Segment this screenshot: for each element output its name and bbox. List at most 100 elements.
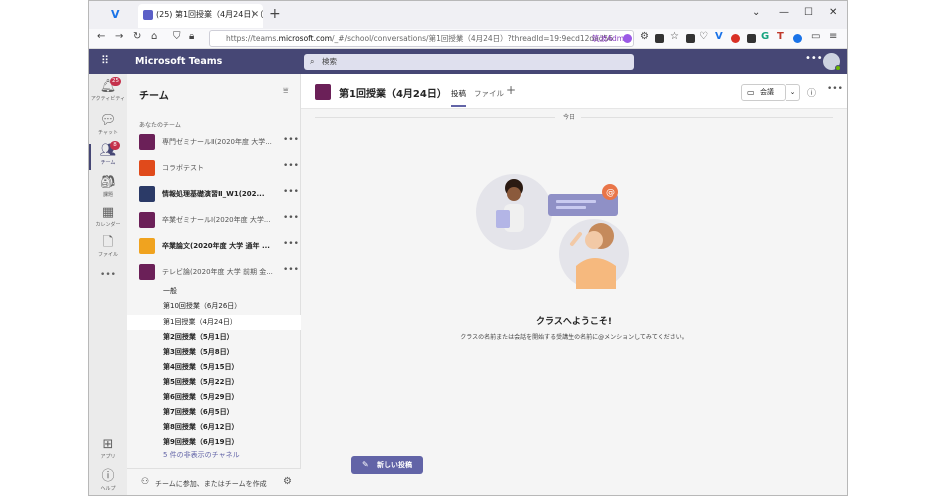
team-item[interactable]: 卒業論文(2020年度 大学 通年 ... ••• <box>127 236 301 256</box>
minimize-button[interactable]: — <box>779 7 789 18</box>
adblock-icon[interactable] <box>731 34 740 43</box>
more-icon[interactable]: ••• <box>283 187 299 197</box>
new-post-button[interactable]: ✎ 新しい投稿 <box>351 456 423 474</box>
pocket-icon[interactable]: ♡ <box>699 31 708 42</box>
more-icon[interactable]: ••• <box>283 239 299 249</box>
browser-window: V (25) 第1回授業（4月24日）（ア ✕ + ⌄ — ☐ ✕ ← → ↻ … <box>88 0 848 496</box>
apps-icon: ⊞ <box>102 437 114 452</box>
hidden-channels-link[interactable]: 5 件の非表示のチャネル <box>127 450 301 460</box>
team-avatar <box>139 134 155 150</box>
rail-item-help[interactable]: ⓘ ヘルプ <box>89 466 127 495</box>
channel-item[interactable]: 第6回授業（5月29日） <box>127 390 301 405</box>
gear-icon[interactable]: ⚙ <box>283 476 292 487</box>
channel-item[interactable]: 第2回授業（5月1日） <box>127 330 301 345</box>
qr-code-icon[interactable] <box>655 34 664 43</box>
tab-close-icon[interactable]: ✕ <box>251 4 259 26</box>
channel-team-avatar <box>315 84 331 100</box>
channel-item[interactable]: 第5回授業（5月22日） <box>127 375 301 390</box>
team-item[interactable]: 卒業ゼミナールⅠ(2020年度 大学... ••• <box>127 210 301 230</box>
team-item[interactable]: コラボテスト ••• <box>127 158 301 178</box>
rail-item-files[interactable]: 🗋 ファイル <box>89 232 127 266</box>
new-tab-button[interactable]: + <box>269 6 281 22</box>
channel-item[interactable]: 第8回授業（6月12日） <box>127 420 301 435</box>
more-icon[interactable]: ••• <box>283 161 299 171</box>
tab-strip: V (25) 第1回授業（4月24日）（ア ✕ + ⌄ — ☐ ✕ <box>89 1 847 29</box>
lock-icon[interactable]: 🔒︎ <box>189 31 194 42</box>
settings-gear-icon[interactable]: ⚙ <box>640 31 649 42</box>
rail-label: ファイル <box>97 252 118 258</box>
back-arrow-icon[interactable]: ← <box>97 31 105 42</box>
more-icon[interactable]: ••• <box>283 135 299 145</box>
new-post-label: 新しい投稿 <box>377 461 412 469</box>
channel-item[interactable]: 第9回授業（6月19日） <box>127 435 301 450</box>
menu-icon[interactable]: ≡ <box>829 31 837 42</box>
browser-tab-active[interactable]: (25) 第1回授業（4月24日）（ア ✕ <box>138 4 263 28</box>
welcome-illustration: @ <box>476 174 629 289</box>
meet-button[interactable]: ▭ 会議 <box>741 84 786 101</box>
add-tab-icon[interactable]: + <box>506 83 516 97</box>
rail-item-apps[interactable]: ⊞ アプリ <box>89 434 127 468</box>
extension-grid-icon[interactable] <box>686 34 695 43</box>
app-name: Microsoft Teams <box>135 56 223 67</box>
teams-favicon-icon <box>143 10 153 20</box>
more-icon[interactable]: ••• <box>283 213 299 223</box>
avatar[interactable] <box>823 53 841 71</box>
video-camera-icon: ▭ <box>747 88 755 97</box>
shield-icon[interactable]: ⛉ <box>173 31 181 42</box>
rail-item-teams[interactable]: 👥︎ 8 チーム <box>89 140 127 174</box>
app-launcher-icon[interactable]: ⠿ <box>101 55 113 67</box>
vivaldi-extension-icon[interactable]: V <box>715 31 723 42</box>
profile-icon[interactable] <box>623 34 632 43</box>
rail-item-calendar[interactable]: ▦ カレンダー <box>89 202 127 236</box>
forward-arrow-icon[interactable]: → <box>115 31 123 42</box>
chevron-down-icon[interactable]: ⌄ <box>752 7 760 18</box>
maximize-button[interactable]: ☐ <box>804 7 813 18</box>
help-icon: ⓘ <box>101 469 115 484</box>
tab-posts[interactable]: 投稿 <box>451 88 466 107</box>
grid-extension-icon[interactable] <box>747 34 756 43</box>
rail-item-more[interactable]: ••• <box>89 264 127 298</box>
join-create-team-link[interactable]: チームに参加、またはチームを作成 <box>155 479 267 489</box>
more-options-icon[interactable]: ••• <box>805 53 823 64</box>
translate-extension-icon[interactable]: T <box>777 31 784 42</box>
message-line <box>556 206 586 209</box>
tab-files[interactable]: ファイル <box>474 88 504 99</box>
channel-item[interactable]: 第7回授業（6月5日） <box>127 405 301 420</box>
reload-icon[interactable]: ↻ <box>133 31 141 42</box>
rail-item-activity[interactable]: 🔔︎ 25 アクティビティ <box>89 76 127 110</box>
info-icon[interactable]: ⓘ <box>807 86 816 99</box>
team-item[interactable]: テレビ論(2020年度 大学 前期 金... ••• <box>127 262 301 282</box>
grammarly-icon[interactable]: G <box>761 31 769 42</box>
person2-face <box>585 231 603 249</box>
more-options-icon[interactable]: ••• <box>827 84 843 94</box>
section-heading: あなたのチーム <box>139 122 181 129</box>
teams-icon: 👥︎ <box>99 143 117 158</box>
rail-item-assignments[interactable]: 🎒︎ 課題 <box>89 172 127 206</box>
channel-item[interactable]: 第4回授業（5月15日） <box>127 360 301 375</box>
meet-dropdown-button[interactable]: ⌄ <box>786 84 800 101</box>
panel-footer: ⚇ チームに参加、またはチームを作成 ⚙ <box>127 468 301 495</box>
filter-icon[interactable]: ⩸ <box>283 86 288 96</box>
more-icon[interactable]: ••• <box>283 265 299 275</box>
sync-icon[interactable] <box>793 34 802 43</box>
home-icon[interactable]: ⌂ <box>151 31 157 42</box>
channel-item[interactable]: 一般 <box>127 284 301 299</box>
search-input[interactable]: ⌕ 検索 <box>304 54 634 70</box>
vivaldi-logo-icon[interactable]: V <box>111 8 125 22</box>
channel-item[interactable]: 第3回授業（5月8日） <box>127 345 301 360</box>
panel-title: チーム <box>139 91 169 102</box>
channel-item-selected[interactable]: 第1回授業（4月24日） <box>127 315 301 330</box>
window-icon[interactable]: ▭ <box>811 31 820 42</box>
team-name: 卒業論文(2020年度 大学 通年 ... <box>162 242 270 250</box>
url-bar[interactable]: https://teams.microsoft.com/_#/school/co… <box>209 30 634 47</box>
rail-item-chat[interactable]: 💬︎ チャット <box>89 110 127 144</box>
bookmark-star-icon[interactable]: ☆ <box>670 31 679 42</box>
team-item[interactable]: 情報処理基礎演習Ⅱ_W1(202... ••• <box>127 184 301 204</box>
team-item[interactable]: 専門ゼミナールⅡ(2020年度 大学... ••• <box>127 132 301 152</box>
person-face <box>507 187 521 201</box>
rail-label: チャット <box>98 130 118 136</box>
close-window-button[interactable]: ✕ <box>829 7 837 18</box>
navigation-bar: ← → ↻ ⌂ ⛉ 🔒︎ https://teams.microsoft.com… <box>89 29 847 49</box>
rail-label: チーム <box>100 160 116 166</box>
channel-item[interactable]: 第10回授業（6月26日） <box>127 299 301 314</box>
